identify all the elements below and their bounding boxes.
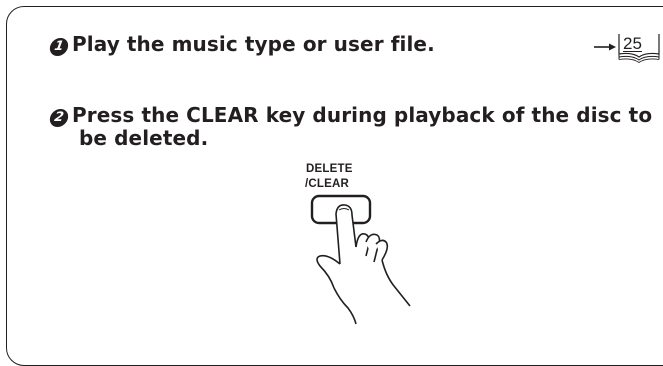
step-2-text-line1: Press the CLEAR key during playback of t… — [72, 103, 653, 127]
step-2-text-line2: be deleted. — [79, 126, 209, 150]
page-reference: 25 — [592, 30, 662, 64]
step-number-badge-2: 2 — [48, 109, 70, 127]
step-2: 2 Press the CLEAR key during playback of … — [48, 103, 663, 150]
clear-key-label: /CLEAR — [305, 178, 350, 190]
arrow-right-icon — [594, 43, 616, 51]
delete-key-label: DELETE — [306, 163, 353, 175]
hand-pressing-key-icon — [310, 194, 411, 325]
page-reference-number: 25 — [623, 34, 642, 53]
step-1-text: Play the music type or user file. — [72, 32, 435, 56]
step-number-badge-1: 1 — [48, 38, 70, 56]
step-1: 1 Play the music type or user file. — [48, 32, 435, 56]
